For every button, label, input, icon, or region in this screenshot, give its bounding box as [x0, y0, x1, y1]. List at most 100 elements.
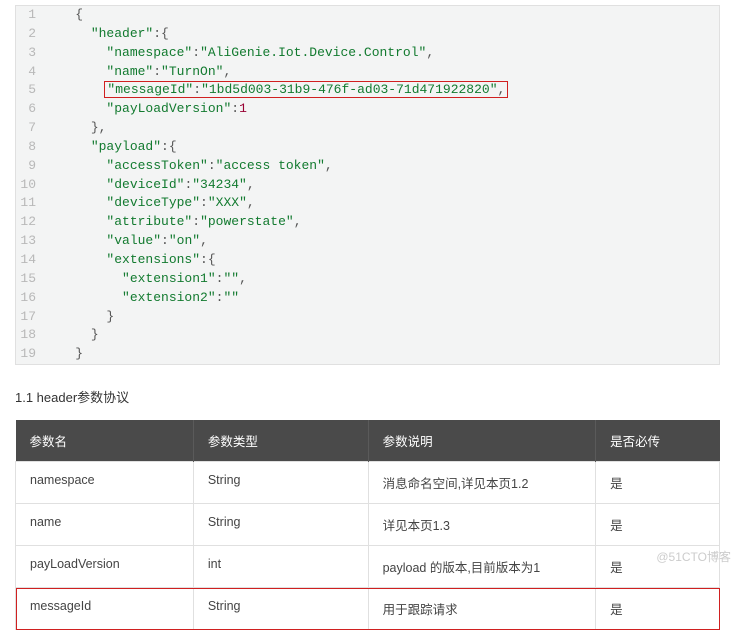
code-line: 19 } — [16, 345, 719, 364]
line-number: 17 — [16, 308, 44, 327]
code-content: { — [44, 7, 83, 22]
table-cell: namespace — [16, 462, 194, 504]
line-number: 4 — [16, 63, 44, 82]
line-number: 1 — [16, 6, 44, 25]
json-key: "accessToken" — [106, 158, 207, 173]
json-punct: , — [498, 82, 506, 97]
json-code-block: 1 {2 "header":{3 "namespace":"AliGenie.I… — [15, 5, 720, 365]
json-key: "payload" — [91, 139, 161, 154]
table-cell: name — [16, 504, 194, 546]
json-punct: , — [294, 214, 302, 229]
code-line: 6 "payLoadVersion":1 — [16, 100, 719, 119]
code-line: 3 "namespace":"AliGenie.Iot.Device.Contr… — [16, 44, 719, 63]
line-number: 16 — [16, 289, 44, 308]
table-cell: int — [193, 546, 368, 588]
json-punct: , — [239, 271, 247, 286]
line-number: 14 — [16, 251, 44, 270]
json-punct: : — [231, 101, 239, 116]
json-punct: , — [426, 45, 434, 60]
table-cell: 用于跟踪请求 — [368, 588, 596, 630]
table-body: namespaceString消息命名空间,详见本页1.2是name String… — [16, 462, 720, 630]
table-cell: 是 — [596, 588, 720, 630]
json-string: "TurnOn" — [161, 64, 223, 79]
json-string: "access token" — [216, 158, 325, 173]
table-cell: 是 — [596, 462, 720, 504]
line-number: 15 — [16, 270, 44, 289]
table-cell: 消息命名空间,详见本页1.2 — [368, 462, 596, 504]
code-line: 18 } — [16, 326, 719, 345]
json-punct: { — [75, 7, 83, 22]
code-content: "attribute":"powerstate", — [44, 214, 302, 229]
code-content: "deviceType":"XXX", — [44, 195, 255, 210]
table-cell: messageId — [16, 588, 194, 630]
json-string: "AliGenie.Iot.Device.Control" — [200, 45, 426, 60]
json-key: "extension1" — [122, 271, 216, 286]
line-number: 3 — [16, 44, 44, 63]
json-punct: , — [223, 64, 231, 79]
code-content: "extension2":"" — [44, 290, 239, 305]
code-content: }, — [44, 120, 106, 135]
table-header-cell: 参数说明 — [368, 420, 596, 462]
json-number: 1 — [239, 101, 247, 116]
code-line: 14 "extensions":{ — [16, 251, 719, 270]
json-punct: : — [192, 45, 200, 60]
json-key: "payLoadVersion" — [106, 101, 231, 116]
json-punct: :{ — [153, 26, 169, 41]
json-punct: }, — [91, 120, 107, 135]
json-punct: : — [192, 214, 200, 229]
code-line: 1 { — [16, 6, 719, 25]
code-line: 2 "header":{ — [16, 25, 719, 44]
table-row: payLoadVersionintpayload 的版本,目前版本为1是 — [16, 546, 720, 588]
table-cell: 详见本页1.3 — [368, 504, 596, 546]
line-number: 2 — [16, 25, 44, 44]
watermark: @51CTO博客 — [656, 548, 731, 565]
line-number: 12 — [16, 213, 44, 232]
code-line: 12 "attribute":"powerstate", — [16, 213, 719, 232]
code-content: "deviceId":"34234", — [44, 177, 255, 192]
code-content: "value":"on", — [44, 233, 208, 248]
line-number: 9 — [16, 157, 44, 176]
code-content: } — [44, 309, 114, 324]
table-cell: String — [193, 588, 368, 630]
json-key: "name" — [106, 64, 153, 79]
code-line: 15 "extension1":"", — [16, 270, 719, 289]
code-line: 8 "payload":{ — [16, 138, 719, 157]
json-key: "deviceType" — [106, 195, 200, 210]
json-key: "value" — [106, 233, 161, 248]
json-string: "34234" — [192, 177, 247, 192]
line-number: 6 — [16, 100, 44, 119]
code-line: 16 "extension2":"" — [16, 289, 719, 308]
json-key: "deviceId" — [106, 177, 184, 192]
line-number: 11 — [16, 194, 44, 213]
line-number: 19 — [16, 345, 44, 364]
json-punct: , — [200, 233, 208, 248]
code-content: "accessToken":"access token", — [44, 158, 333, 173]
json-string: "" — [223, 271, 239, 286]
json-string: "1bd5d003-31b9-476f-ad03-71d471922820" — [201, 82, 497, 97]
json-punct: , — [247, 195, 255, 210]
section-title: 1.1 header参数协议 — [15, 387, 720, 406]
table-cell: 是 — [596, 504, 720, 546]
code-content: "header":{ — [44, 26, 169, 41]
json-string: "XXX" — [208, 195, 247, 210]
table-row: messageIdString用于跟踪请求是 — [16, 588, 720, 630]
code-line: 10 "deviceId":"34234", — [16, 176, 719, 195]
json-string: "" — [223, 290, 239, 305]
code-content: "namespace":"AliGenie.Iot.Device.Control… — [44, 45, 434, 60]
highlighted-code: "messageId":"1bd5d003-31b9-476f-ad03-71d… — [104, 81, 508, 98]
table-row: namespaceString消息命名空间,详见本页1.2是 — [16, 462, 720, 504]
code-line: 17 } — [16, 308, 719, 327]
code-content: } — [44, 327, 99, 342]
table-header-row: 参数名参数类型参数说明是否必传 — [16, 420, 720, 462]
json-punct: , — [247, 177, 255, 192]
table-cell: payload 的版本,目前版本为1 — [368, 546, 596, 588]
code-content: "name":"TurnOn", — [44, 64, 231, 79]
code-content: "messageId":"1bd5d003-31b9-476f-ad03-71d… — [44, 82, 508, 97]
json-key: "extension2" — [122, 290, 216, 305]
line-number: 5 — [16, 81, 44, 100]
json-punct: : — [200, 195, 208, 210]
json-punct: } — [75, 346, 83, 361]
table-header-cell: 是否必传 — [596, 420, 720, 462]
code-line: 5 "messageId":"1bd5d003-31b9-476f-ad03-7… — [16, 81, 719, 100]
json-punct: : — [161, 233, 169, 248]
